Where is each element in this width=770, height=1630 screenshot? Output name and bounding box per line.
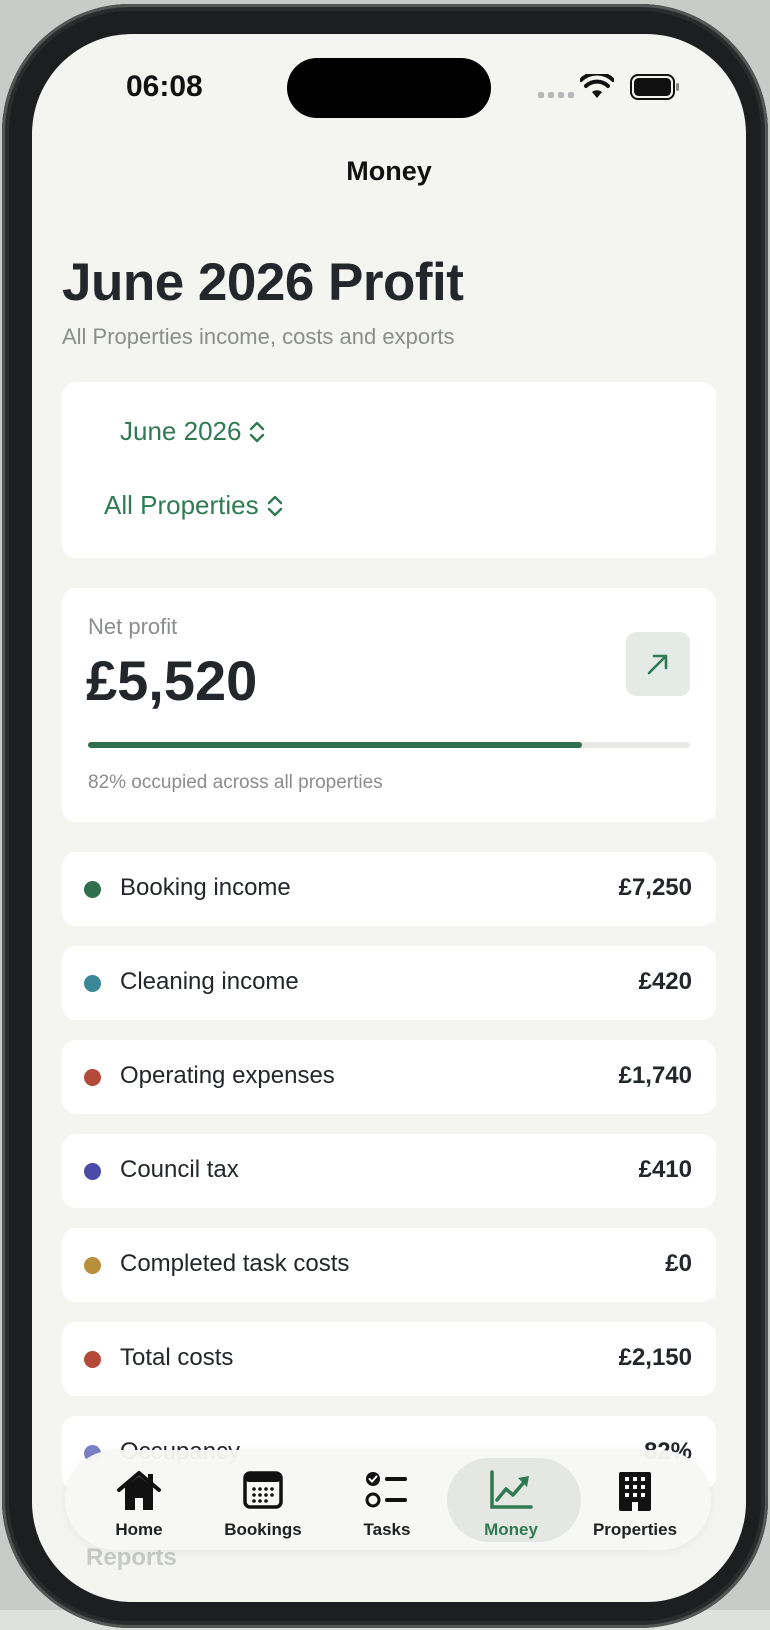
app-screen: 06:08 Money June 2026 Profit All Propert… bbox=[32, 34, 746, 1602]
property-picker-label: All Properties bbox=[104, 490, 259, 520]
trend-button[interactable] bbox=[626, 632, 690, 696]
cellular-signal-icon bbox=[538, 92, 578, 100]
summary-row[interactable]: Total costs £2,150 bbox=[62, 1322, 716, 1396]
summary-row-label: Council tax bbox=[120, 1156, 239, 1183]
summary-row-value: £1,740 bbox=[618, 1062, 692, 1089]
summary-row-label: Operating expenses bbox=[120, 1062, 335, 1089]
legend-dot-icon bbox=[84, 1163, 101, 1180]
summary-row[interactable]: Cleaning income £420 bbox=[62, 946, 716, 1020]
chevron-up-down-icon bbox=[250, 421, 265, 442]
summary-row-value: £410 bbox=[638, 1156, 692, 1183]
page-title: June 2026 Profit bbox=[62, 253, 464, 312]
net-profit-card: Net profit £5,520 82% occupied across al… bbox=[62, 588, 716, 822]
legend-dot-icon bbox=[84, 1351, 101, 1368]
chart-up-icon bbox=[490, 1470, 533, 1509]
tab-home-label: Home bbox=[115, 1520, 163, 1539]
month-picker-label: June 2026 bbox=[120, 416, 242, 446]
summary-row-value: £0 bbox=[665, 1250, 692, 1277]
summary-row-label: Booking income bbox=[120, 874, 291, 901]
tab-money[interactable]: Money bbox=[447, 1450, 581, 1550]
tab-properties-label: Properties bbox=[592, 1520, 678, 1539]
tab-bookings[interactable]: Bookings bbox=[201, 1450, 325, 1550]
checklist-icon bbox=[365, 1472, 407, 1508]
net-profit-label: Net profit bbox=[88, 614, 178, 639]
summary-row[interactable]: Completed task costs £0 bbox=[62, 1228, 716, 1302]
summary-row-label: Total costs bbox=[120, 1344, 234, 1371]
tab-bookings-label: Bookings bbox=[224, 1520, 302, 1539]
summary-row[interactable]: Operating expenses £1,740 bbox=[62, 1040, 716, 1114]
occupancy-progress-fill bbox=[88, 742, 582, 748]
summary-row-value: £7,250 bbox=[618, 874, 692, 901]
legend-dot-icon bbox=[84, 1257, 101, 1274]
month-picker[interactable]: June 2026 bbox=[120, 416, 265, 447]
chevron-up-down-icon bbox=[267, 495, 282, 516]
property-picker[interactable]: All Properties bbox=[104, 490, 283, 521]
house-icon bbox=[117, 1471, 161, 1510]
summary-row[interactable]: Council tax £410 bbox=[62, 1134, 716, 1208]
legend-dot-icon bbox=[84, 1069, 101, 1086]
tab-tasks-label: Tasks bbox=[363, 1520, 411, 1539]
net-profit-value: £5,520 bbox=[86, 649, 258, 712]
summary-row-value: £2,150 bbox=[618, 1344, 692, 1371]
legend-dot-icon bbox=[84, 881, 101, 898]
summary-row-value: £420 bbox=[638, 968, 692, 995]
calendar-icon bbox=[243, 1471, 283, 1509]
battery-icon bbox=[630, 74, 679, 100]
occupancy-progress-track bbox=[88, 742, 690, 748]
summary-row[interactable]: Booking income £7,250 bbox=[62, 852, 716, 926]
nav-title: Money bbox=[346, 156, 432, 186]
tab-tasks[interactable]: Tasks bbox=[325, 1450, 449, 1550]
phone-frame: 06:08 Money June 2026 Profit All Propert… bbox=[2, 4, 768, 1628]
summary-row-label: Completed task costs bbox=[120, 1250, 350, 1277]
occupancy-note: 82% occupied across all properties bbox=[88, 772, 383, 793]
summary-row-label: Cleaning income bbox=[120, 968, 299, 995]
tab-properties[interactable]: Properties bbox=[573, 1450, 697, 1550]
tab-money-label: Money bbox=[484, 1520, 538, 1539]
status-time: 06:08 bbox=[126, 70, 203, 103]
page-subtitle: All Properties income, costs and exports bbox=[62, 324, 455, 349]
building-icon bbox=[619, 1472, 651, 1511]
arrow-up-right-icon bbox=[647, 654, 668, 675]
dynamic-island bbox=[287, 58, 491, 118]
wifi-icon bbox=[580, 74, 614, 98]
tab-bar: Home Bookings Tasks Money Properties bbox=[65, 1450, 711, 1550]
tab-home[interactable]: Home bbox=[77, 1450, 201, 1550]
filter-card: June 2026 All Properties bbox=[62, 382, 716, 558]
legend-dot-icon bbox=[84, 975, 101, 992]
